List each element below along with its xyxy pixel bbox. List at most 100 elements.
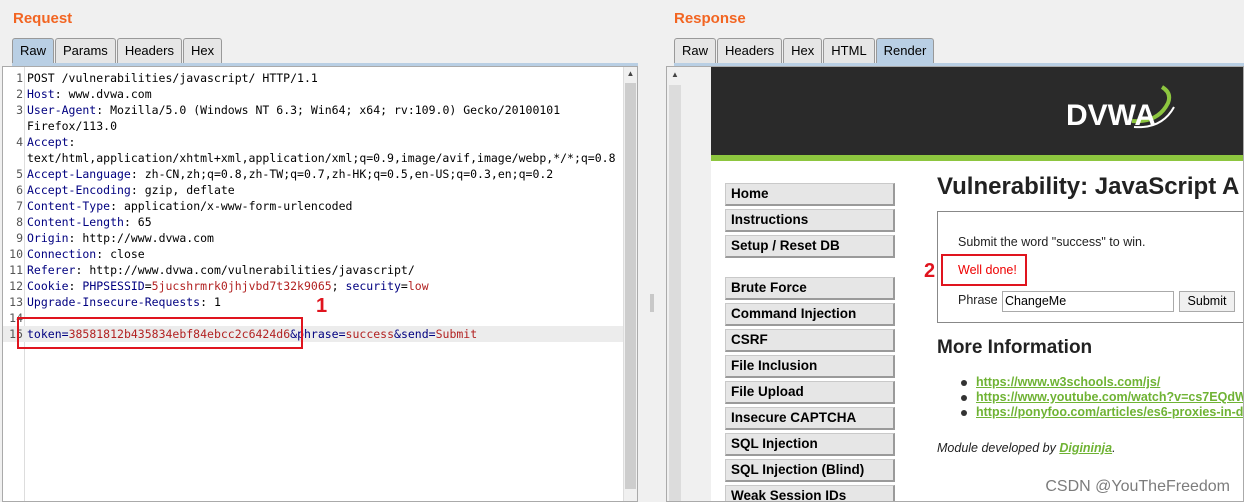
- code-line[interactable]: 4 Accept:: [3, 134, 625, 150]
- header-colon: :: [68, 231, 83, 245]
- code-line[interactable]: 6 Accept-Encoding: gzip, deflate: [3, 182, 625, 198]
- tab-headers[interactable]: Headers: [717, 38, 783, 63]
- line-text: Firefox/113.0: [27, 119, 118, 133]
- scrollbar-thumb[interactable]: [625, 83, 636, 489]
- tab-hex[interactable]: Hex: [182, 38, 223, 63]
- render-scrollbar[interactable]: ▲: [667, 67, 711, 501]
- code-line[interactable]: Firefox/113.0: [3, 118, 625, 134]
- header-colon: :: [96, 247, 111, 261]
- menu-item-weak-session-ids[interactable]: Weak Session IDs: [725, 485, 895, 501]
- line-number: 13: [9, 295, 23, 309]
- menu-gap: [725, 261, 895, 277]
- pane-divider[interactable]: [640, 0, 664, 502]
- tab-raw[interactable]: Raw: [674, 38, 717, 63]
- response-tabs: Raw Headers Hex HTML Render: [674, 38, 935, 63]
- code-line[interactable]: text/html,application/xhtml+xml,applicat…: [3, 150, 625, 166]
- header-value: www.dvwa.com: [68, 87, 152, 101]
- line-number: 11: [9, 263, 23, 277]
- code-line[interactable]: 10 Connection: close: [3, 246, 625, 262]
- menu-item-file-inclusion[interactable]: File Inclusion: [725, 355, 895, 378]
- header-value: Mozilla/5.0 (Windows NT 6.3; Win64; x64;…: [110, 103, 561, 117]
- scroll-up-arrow-icon[interactable]: ▲: [667, 67, 683, 83]
- header-name: Cookie: [27, 279, 69, 293]
- menu-item-instructions[interactable]: Instructions: [725, 209, 895, 232]
- code-line[interactable]: 5 Accept-Language: zh-CN,zh;q=0.8,zh-TW;q…: [3, 166, 625, 182]
- tab-html[interactable]: HTML: [823, 38, 875, 63]
- response-pane: Response Raw Headers Hex HTML Render ▲ DVWA …: [664, 0, 1244, 502]
- watermark: CSDN @YouTheFreedom: [1045, 478, 1230, 495]
- code-line[interactable]: 1 POST /vulnerabilities/javascript/ HTTP/…: [3, 70, 625, 86]
- more-information-title: More Information: [937, 337, 1093, 358]
- cookie-separator: ;: [331, 279, 346, 293]
- response-title: Response: [674, 10, 746, 27]
- header-name: Upgrade-Insecure-Requests: [27, 295, 201, 309]
- info-link[interactable]: https://www.youtube.com/watch?v=cs7EQdWO…: [957, 390, 1243, 405]
- code-line[interactable]: 11 Referer: http://www.dvwa.com/vulnerabi…: [3, 262, 625, 278]
- dvwa-body: Home Instructions Setup / Reset DB Brute Fo…: [711, 161, 1243, 501]
- tab-hex[interactable]: Hex: [783, 38, 823, 63]
- menu-item-file-upload[interactable]: File Upload: [725, 381, 895, 404]
- request-pane: Request Raw Params Headers Hex 1 POST /vulne…: [0, 0, 640, 502]
- code-line[interactable]: 8 Content-Length: 65: [3, 214, 625, 230]
- menu-item-csrf[interactable]: CSRF: [725, 329, 895, 352]
- request-vertical-scrollbar[interactable]: ▲: [623, 67, 637, 501]
- header-value: http://www.dvwa.com/vulnerabilities/java…: [89, 263, 415, 277]
- instruction-text: Submit the word "success" to win.: [958, 235, 1146, 249]
- header-name: Host: [27, 87, 55, 101]
- code-line[interactable]: 7 Content-Type: application/x-www-form-ur…: [3, 198, 625, 214]
- header-name: Accept-Encoding: [27, 183, 131, 197]
- line-number: 1: [16, 71, 23, 85]
- splitter-grip-icon[interactable]: [650, 294, 654, 312]
- param-value: success: [345, 327, 395, 341]
- menu-item-setup-reset-db[interactable]: Setup / Reset DB: [725, 235, 895, 258]
- submit-button[interactable]: Submit: [1179, 291, 1235, 312]
- line-text: User-Agent: Mozilla/5.0 (Windows NT 6.3;…: [27, 102, 560, 118]
- line-number: 7: [16, 199, 23, 213]
- phrase-input[interactable]: ChangeMe: [1002, 291, 1174, 312]
- menu-item-home[interactable]: Home: [725, 183, 895, 206]
- line-text: Accept:: [27, 134, 82, 150]
- line-text: Cookie: PHPSESSID=5jucshrmrk0jhjvbd7t32k…: [27, 278, 429, 294]
- line-number: 6: [16, 183, 23, 197]
- tab-params[interactable]: Params: [55, 38, 116, 63]
- line-text: Host: www.dvwa.com: [27, 86, 152, 102]
- header-value: http://www.dvwa.com: [82, 231, 214, 245]
- header-name: Content-Type: [27, 199, 111, 213]
- line-number: 3: [16, 103, 23, 117]
- tab-render[interactable]: Render: [875, 38, 935, 63]
- code-line[interactable]: 2 Host: www.dvwa.com: [3, 86, 625, 102]
- line-text: text/html,application/xhtml+xml,applicat…: [27, 151, 616, 165]
- request-code[interactable]: 1 POST /vulnerabilities/javascript/ HTTP/…: [3, 70, 625, 342]
- header-colon: :: [75, 263, 90, 277]
- menu-item-brute-force[interactable]: Brute Force: [725, 277, 895, 300]
- header-name: Accept: [27, 135, 69, 149]
- scrollbar-thumb[interactable]: [669, 85, 681, 501]
- menu-item-insecure-captcha[interactable]: Insecure CAPTCHA: [725, 407, 895, 430]
- header-value: close: [110, 247, 145, 261]
- more-information-links: https://www.w3schools.com/js/https://www…: [957, 375, 1243, 420]
- code-line[interactable]: 13 Upgrade-Insecure-Requests: 1: [3, 294, 625, 310]
- tab-raw[interactable]: Raw: [12, 38, 55, 63]
- code-line[interactable]: 9 Origin: http://www.dvwa.com: [3, 230, 625, 246]
- line-number: 9: [16, 231, 23, 245]
- request-editor[interactable]: 1 POST /vulnerabilities/javascript/ HTTP/…: [2, 66, 638, 502]
- phrase-label: Phrase: [958, 293, 998, 307]
- info-link[interactable]: https://ponyfoo.com/articles/es6-proxies…: [957, 405, 1243, 420]
- header-name: Content-Length: [27, 215, 124, 229]
- header-colon: :: [68, 279, 83, 293]
- menu-item-command-injection[interactable]: Command Injection: [725, 303, 895, 326]
- line-text: POST /vulnerabilities/javascript/ HTTP/1…: [27, 71, 318, 85]
- line-number: 5: [16, 167, 23, 181]
- code-line[interactable]: 3 User-Agent: Mozilla/5.0 (Windows NT 6.3…: [3, 102, 625, 118]
- menu-item-sql-injection-blind-[interactable]: SQL Injection (Blind): [725, 459, 895, 482]
- param-equals: =: [338, 327, 346, 341]
- tab-headers[interactable]: Headers: [116, 38, 182, 63]
- header-value: 1: [213, 295, 221, 309]
- code-line[interactable]: 12 Cookie: PHPSESSID=5jucshrmrk0jhjvbd7t3…: [3, 278, 625, 294]
- header-colon: :: [54, 87, 69, 101]
- request-tabs: Raw Params Headers Hex: [12, 38, 223, 63]
- scroll-up-arrow-icon[interactable]: ▲: [624, 67, 637, 81]
- menu-item-sql-injection[interactable]: SQL Injection: [725, 433, 895, 456]
- info-link[interactable]: https://www.w3schools.com/js/: [957, 375, 1243, 390]
- credit-author-link[interactable]: Digininja: [1059, 441, 1112, 455]
